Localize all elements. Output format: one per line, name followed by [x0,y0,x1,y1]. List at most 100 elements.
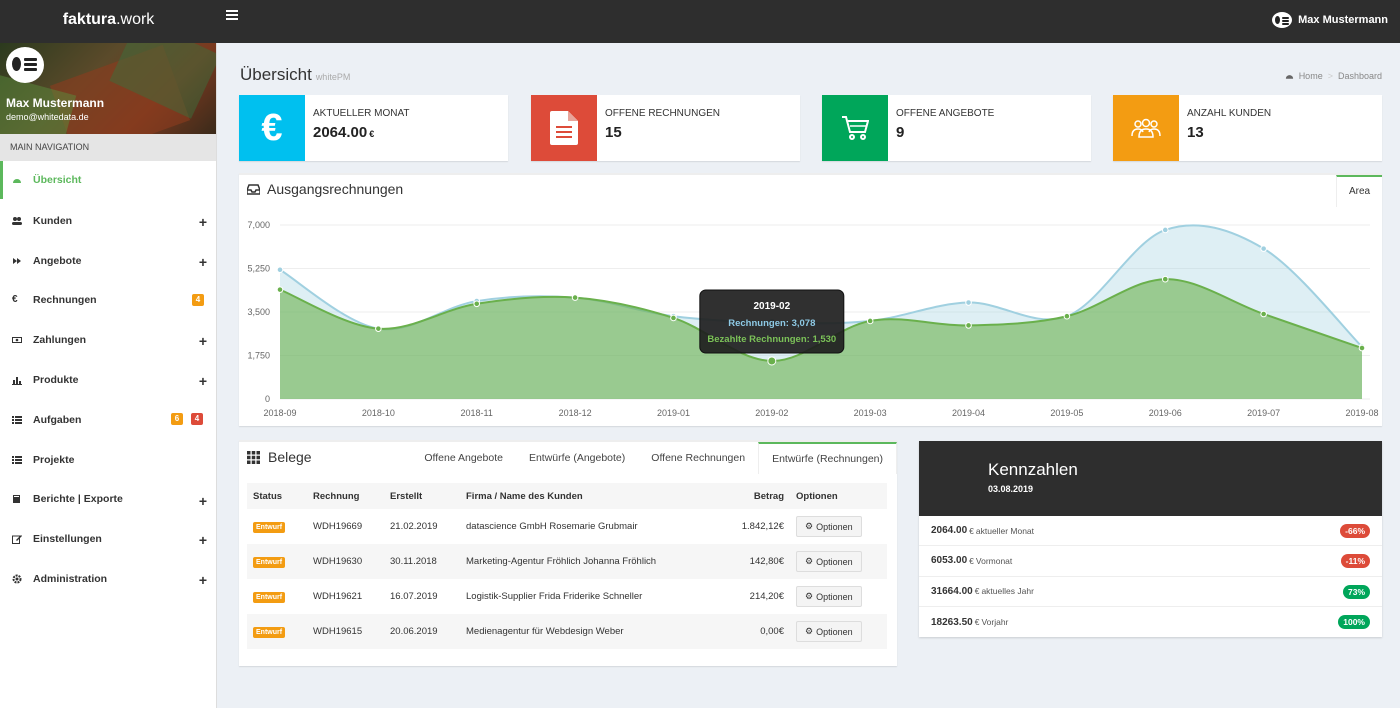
options-button[interactable]: ⚙ Optionen [796,621,862,642]
table-row: Entwurf WDH19621 16.07.2019 Logistik-Sup… [247,579,887,614]
sidebar-item-label: Aufgaben [33,413,82,426]
sidebar-item-projekte[interactable]: Projekte [0,440,216,480]
tab-offene-angebote[interactable]: Offene Angebote [411,442,516,474]
tab-area[interactable]: Area [1336,175,1382,207]
dashboard-icon [1285,75,1293,79]
top-navbar: faktura.work Max Mustermann [0,0,1400,43]
column-header: Firma / Name des Kunden [460,483,680,509]
kennzahl-row: 2064.00 € aktueller Monat -66% [919,516,1382,547]
y-tick-label: 1,750 [247,351,270,361]
x-tick-label: 2019-05 [1050,408,1083,418]
area-chart[interactable]: 0 1,750 3,500 5,250 7,000 2018-09 2018-10 2018-… [239,175,1382,428]
users-icon [1113,95,1179,161]
invoice-amount: 0,00€ [680,614,790,649]
breadcrumb-home[interactable]: Home [1299,71,1323,81]
sidebar-item-administration[interactable]: Administration + [0,559,216,599]
data-point [670,314,677,322]
info-box-label: AKTUELLER MONAT [313,108,410,119]
x-tick-label: 2019-02 [755,408,788,418]
sidebar-item-aufgaben[interactable]: Aufgaben 6 4 [0,400,216,440]
belege-panel: Belege Offene Angebote Entwürfe (Angebot… [239,440,897,666]
inbox-icon [247,183,260,195]
customer-name: Medienagentur für Webdesign Weber [460,614,680,649]
info-box-label: OFFENE RECHNUNGEN [605,108,721,119]
sidebar-item-kunden[interactable]: Kunden + [0,201,216,241]
edit-icon [12,535,22,545]
sidebar-item-rechnungen[interactable]: € Rechnungen 4 [0,281,216,321]
tab-offene-rechnungen[interactable]: Offene Rechnungen [638,442,758,474]
count-badge: 4 [192,293,204,306]
data-point [571,294,579,301]
plus-icon: + [198,214,207,230]
main-content: Übersicht whitePM Home > Dashboard € AKTU… [218,43,1400,708]
chart-panel: 0 1,750 3,500 5,250 7,000 2018-09 2018-10 2018-… [239,173,1382,426]
kennzahlen-title: Kennzahlen [988,460,1078,479]
kennzahlen-date: 03.08.2019 [988,484,1034,494]
app-logo[interactable]: faktura.work [0,0,217,43]
percent-badge: -66% [1340,524,1370,538]
menu-toggle-icon[interactable] [226,10,238,20]
column-header: Optionen [790,483,887,509]
customer-name: Marketing-Agentur Fröhlich Johanna Fröhl… [460,544,680,579]
invoice-date: 20.06.2019 [384,614,460,649]
kennzahl-row: 6053.00 € Vormonat -11% [919,546,1382,577]
sidebar-item-einstellungen[interactable]: Einstellungen + [0,519,216,559]
sidebar-item-zahlungen[interactable]: Zahlungen + [0,320,216,360]
gear-icon: ⚙ [805,626,814,636]
sidebar-item-angebote[interactable]: Angebote + [0,241,216,281]
x-tick-label: 2019-07 [1247,408,1280,418]
invoice-amount: 142,80€ [680,544,790,579]
data-point [473,300,481,308]
nav-header: MAIN NAVIGATION [0,134,216,161]
data-point [375,325,382,332]
percent-badge: -11% [1340,554,1370,569]
percent-badge: 100% [1338,614,1370,629]
table-row: Entwurf WDH19630 30.11.2018 Marketing-Ag… [247,544,887,579]
cart-icon [822,95,888,161]
status-badge: Entwurf [253,522,286,533]
info-box-offene-rechnungen: OFFENE RECHNUNGEN 15 [531,95,800,161]
options-button[interactable]: ⚙ Optionen [796,586,862,607]
money-icon [12,337,22,344]
customer-name: Logistik-Supplier Frida Friderike Schnel… [466,591,643,602]
sidebar-item-berichte[interactable]: Berichte | Exporte + [0,480,216,520]
options-button[interactable]: ⚙ Optionen [796,551,862,572]
tooltip-line: Rechnungen: 3,078 [728,318,815,329]
x-tick-label: 2019-08 [1345,408,1378,418]
sidebar-item-uebersicht[interactable]: Übersicht [0,161,216,199]
gear-icon: ⚙ [805,591,814,601]
info-box-value: 15 [605,124,622,141]
data-point [1063,312,1071,320]
count-badge: 4 [191,412,203,425]
belege-table: Status Rechnung Erstellt Firma / Name de… [247,483,887,649]
bar-chart-icon [12,377,22,386]
user-menu[interactable]: Max Mustermann [1272,12,1388,28]
y-tick-label: 7,000 [247,220,270,230]
kennzahl-row: 31664.00 € aktuelles Jahr 73% [919,577,1382,607]
plus-icon: + [198,253,207,270]
plus-icon: + [198,373,207,390]
invoice-date: 30.11.2018 [384,544,460,579]
info-box-value: 9 [896,124,905,141]
grid-icon [247,450,260,464]
tab-entwuerfe-rechnungen[interactable]: Entwürfe (Rechnungen) [758,442,897,474]
euro-icon: € [12,294,18,306]
invoice-amount: 1.842,12€ [741,521,784,532]
percent-badge: 73% [1342,584,1370,599]
info-box-value: 13 [1187,124,1204,141]
user-panel: Max Mustermann demo@whitedata.de [0,43,216,134]
sidebar-item-label: Zahlungen [33,334,87,347]
tab-entwuerfe-angebote[interactable]: Entwürfe (Angebote) [516,442,638,474]
column-header: Erstellt [384,483,460,509]
sidebar-item-label: Rechnungen [33,294,97,307]
sidebar-item-label: Administration [33,573,108,586]
sidebar-item-produkte[interactable]: Produkte + [0,360,216,400]
options-button[interactable]: ⚙ Optionen [796,516,862,537]
sidebar-item-label: Angebote [33,254,82,267]
tooltip-title: 2019-02 [753,301,790,312]
sidebar-user-email: demo@whitedata.de [6,112,89,122]
sidebar-item-label: Übersicht [33,174,82,186]
data-point [1260,245,1267,252]
data-point [276,266,284,274]
count-badge: 6 [171,412,183,425]
